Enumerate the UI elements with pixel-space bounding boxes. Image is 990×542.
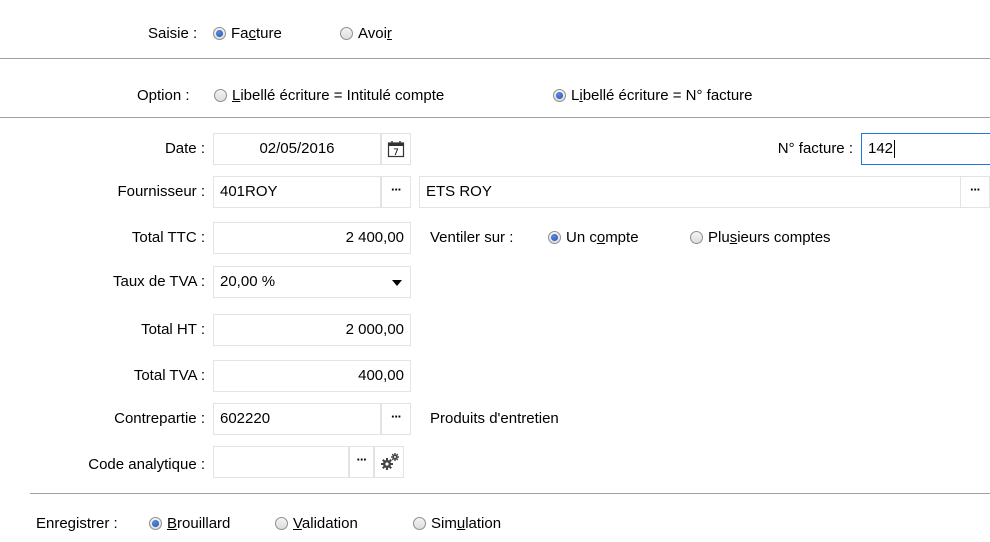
radio-plusieurs-comptes[interactable]: [690, 231, 703, 244]
radio-validation[interactable]: [275, 517, 288, 530]
contrepartie-browse-button[interactable]: ···: [381, 403, 411, 435]
code-analytique-browse-button[interactable]: ···: [349, 446, 374, 478]
code-analytique-field[interactable]: [213, 446, 349, 478]
radio-simulation[interactable]: [413, 517, 426, 530]
separator-top: [0, 58, 990, 59]
option-label: Option :: [137, 87, 190, 104]
svg-text:7: 7: [393, 148, 399, 158]
date-label: Date :: [164, 140, 205, 157]
radio-un-compte-label[interactable]: Un compte: [566, 228, 639, 248]
tva-rate-value: 20,00 %: [220, 273, 276, 290]
invoice-number-label: N° facture :: [777, 140, 853, 157]
radio-brouillard[interactable]: [149, 517, 162, 530]
radio-libelle-facture-label[interactable]: Libellé écriture = N° facture: [571, 86, 753, 106]
gears-icon: [381, 453, 399, 470]
total-ttc-field[interactable]: 2 400,00: [213, 222, 411, 254]
date-field[interactable]: 02/05/2016: [213, 133, 381, 165]
radio-facture-label[interactable]: Facture: [231, 24, 282, 44]
radio-avoir-label[interactable]: Avoir: [358, 24, 392, 44]
supplier-code-field[interactable]: 401ROY: [213, 176, 381, 208]
calendar-icon: 7: [387, 141, 405, 158]
total-tva-label: Total TVA :: [133, 367, 205, 384]
tva-rate-select[interactable]: 20,00 %: [213, 266, 411, 298]
contrepartie-description: Produits d'entretien: [430, 410, 559, 427]
code-analytique-label: Code analytique :: [88, 456, 205, 473]
radio-libelle-intitule-label[interactable]: Libellé écriture = Intitulé compte: [232, 86, 444, 106]
supplier-code-browse-button[interactable]: ···: [381, 176, 411, 208]
analytique-settings-button[interactable]: [374, 446, 404, 478]
separator-bottom: [30, 493, 990, 494]
radio-plusieurs-comptes-label[interactable]: Plusieurs comptes: [708, 228, 831, 248]
radio-facture[interactable]: [213, 27, 226, 40]
contrepartie-label: Contrepartie :: [114, 410, 205, 427]
supplier-name-field[interactable]: ETS ROY: [419, 176, 961, 208]
total-ht-field[interactable]: 2 000,00: [213, 314, 411, 346]
total-ht-label: Total HT :: [141, 321, 205, 338]
radio-un-compte[interactable]: [548, 231, 561, 244]
enregistrer-label: Enregistrer :: [36, 515, 118, 532]
invoice-number-field[interactable]: 142: [861, 133, 990, 165]
supplier-label: Fournisseur :: [117, 183, 205, 200]
radio-libelle-facture[interactable]: [553, 89, 566, 102]
ventiler-label: Ventiler sur :: [430, 229, 514, 246]
calendar-button[interactable]: 7: [381, 133, 411, 165]
separator-middle: [0, 117, 990, 118]
tva-rate-label: Taux de TVA :: [113, 273, 205, 290]
text-cursor: [894, 140, 896, 159]
supplier-name-browse-button[interactable]: ···: [960, 176, 990, 208]
radio-validation-label[interactable]: Validation: [293, 514, 358, 534]
total-ttc-label: Total TTC :: [131, 229, 205, 246]
radio-simulation-label[interactable]: Simulation: [431, 514, 501, 534]
contrepartie-field[interactable]: 602220: [213, 403, 381, 435]
total-tva-field[interactable]: 400,00: [213, 360, 411, 392]
radio-libelle-intitule[interactable]: [214, 89, 227, 102]
saisie-label: Saisie :: [148, 25, 198, 42]
radio-brouillard-label[interactable]: Brouillard: [167, 514, 230, 534]
radio-avoir[interactable]: [340, 27, 353, 40]
dropdown-arrow-icon: [392, 280, 402, 286]
